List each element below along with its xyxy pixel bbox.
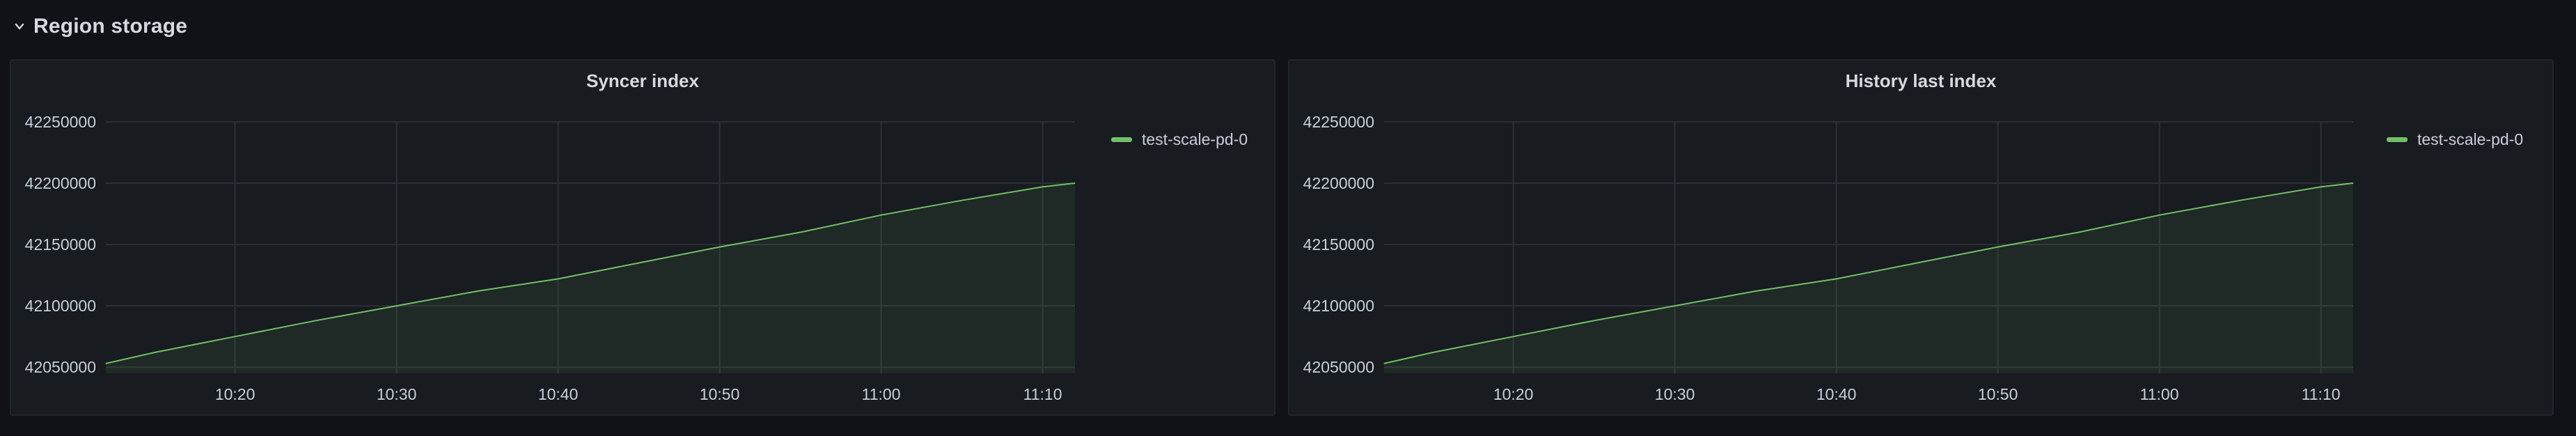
series-area [106, 183, 1075, 373]
row-title: Region storage [33, 15, 188, 38]
x-tick-label: 10:30 [377, 385, 417, 403]
y-tick-label: 42050000 [1303, 358, 1374, 376]
legend-label: test-scale-pd-0 [2417, 130, 2524, 148]
data-point [800, 231, 801, 233]
panel-history-last-index[interactable]: History last index 42250000 42200000 42150… [1288, 59, 2554, 416]
data-point [154, 352, 155, 353]
data-point [477, 290, 478, 292]
x-tick-label: 10:40 [538, 385, 579, 403]
y-tick-label: 42200000 [25, 174, 96, 192]
data-point [1755, 290, 1757, 292]
x-tick-label: 11:00 [2140, 385, 2179, 403]
data-point [1513, 336, 1514, 337]
y-tick-label: 42050000 [25, 358, 96, 376]
x-tick-label: 11:00 [862, 385, 901, 403]
panel-syncer-index[interactable]: Syncer index 42250000 42200000 42150000 421… [10, 59, 1275, 416]
data-point [1432, 352, 1434, 353]
y-tick-label: 42100000 [25, 297, 96, 315]
x-tick-label: 10:20 [1493, 385, 1534, 403]
data-point [315, 320, 317, 321]
y-tick-label: 42200000 [1303, 174, 1374, 192]
x-tick-label: 10:30 [1655, 385, 1695, 403]
y-tick-label: 42250000 [25, 113, 96, 131]
x-tick-label: 11:10 [2302, 385, 2341, 403]
chart-history-last-index: 42250000 42200000 42150000 42100000 42050000… [1303, 113, 2354, 403]
chevron-down-icon [15, 23, 24, 30]
data-point [2353, 182, 2354, 184]
y-tick-label: 42150000 [1303, 235, 1374, 254]
data-point [961, 200, 963, 201]
data-point [1383, 363, 1385, 364]
x-tick-label: 10:50 [700, 385, 740, 403]
chart-syncer-index: 42250000 42200000 42150000 42100000 42050000… [25, 113, 1076, 403]
x-tick-label: 10:40 [1816, 385, 1857, 403]
legend-item[interactable]: test-scale-pd-0 [1111, 130, 1248, 149]
legend-item[interactable]: test-scale-pd-0 [2387, 130, 2523, 149]
x-tick-label: 11:10 [1023, 385, 1062, 403]
data-point [2078, 231, 2080, 233]
row-collapse-toggle[interactable]: Region storage [13, 10, 187, 43]
series-area [1384, 183, 2353, 373]
y-tick-label: 42100000 [1303, 297, 1374, 315]
data-point [1074, 182, 1076, 184]
legend-swatch [2387, 137, 2408, 142]
y-tick-label: 42250000 [1303, 113, 1374, 131]
data-point [105, 363, 107, 364]
x-tick-label: 10:20 [215, 385, 256, 403]
y-tick-label: 42150000 [25, 235, 96, 254]
x-tick-label: 10:50 [1978, 385, 2018, 403]
legend-swatch [1111, 137, 1132, 142]
legend-label: test-scale-pd-0 [1142, 130, 1248, 148]
